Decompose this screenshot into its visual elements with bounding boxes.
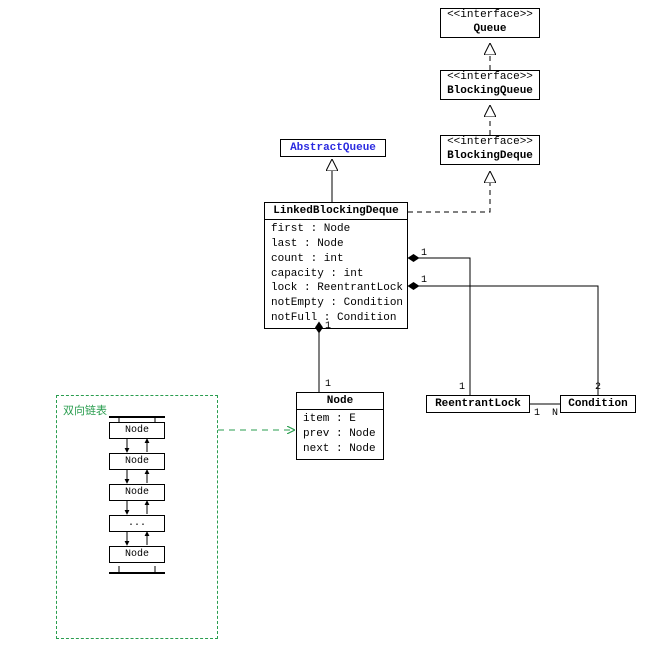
list-node-arrows xyxy=(89,414,185,584)
mult-lock-cond-1: 1 xyxy=(534,408,540,419)
abstract-queue-class: AbstractQueue xyxy=(280,139,386,157)
mult-lock-cond-n: N xyxy=(552,408,558,419)
condition-class: Condition xyxy=(560,395,636,413)
interface-blocking-queue: <<interface>> BlockingQueue xyxy=(440,70,540,100)
lbd-attributes: first : Node last : Node count : int cap… xyxy=(265,220,407,328)
condition-title: Condition xyxy=(561,396,635,412)
abstract-queue-title: AbstractQueue xyxy=(281,140,385,156)
node-class: Node item : E prev : Node next : Node xyxy=(296,392,384,460)
mult-lbd-cond-2: 2 xyxy=(595,382,601,393)
mult-lbd-node-2: 1 xyxy=(325,379,331,390)
stereotype-label: <<interface>> xyxy=(441,9,539,21)
blocking-queue-title: BlockingQueue xyxy=(441,83,539,99)
node-title: Node xyxy=(297,393,383,410)
mult-lbd-cond-1: 1 xyxy=(421,275,427,286)
queue-title: Queue xyxy=(441,21,539,37)
mult-lbd-lock-1: 1 xyxy=(421,248,427,259)
mult-lbd-node-1: 1 xyxy=(325,321,331,332)
stereotype-label: <<interface>> xyxy=(441,71,539,83)
linked-blocking-deque-class: LinkedBlockingDeque first : Node last : … xyxy=(264,202,408,329)
reentrant-lock-title: ReentrantLock xyxy=(427,396,529,412)
node-attributes: item : E prev : Node next : Node xyxy=(297,410,383,459)
blocking-deque-title: BlockingDeque xyxy=(441,148,539,164)
stereotype-label: <<interface>> xyxy=(441,136,539,148)
doubly-linked-list-panel: 双向链表 Node Node Node ... Node xyxy=(56,395,218,639)
interface-blocking-deque: <<interface>> BlockingDeque xyxy=(440,135,540,165)
interface-queue: <<interface>> Queue xyxy=(440,8,540,38)
mult-lbd-lock-2: 1 xyxy=(459,382,465,393)
reentrant-lock-class: ReentrantLock xyxy=(426,395,530,413)
doubly-linked-list: Node Node Node ... Node xyxy=(89,422,185,563)
lbd-title: LinkedBlockingDeque xyxy=(265,203,407,220)
